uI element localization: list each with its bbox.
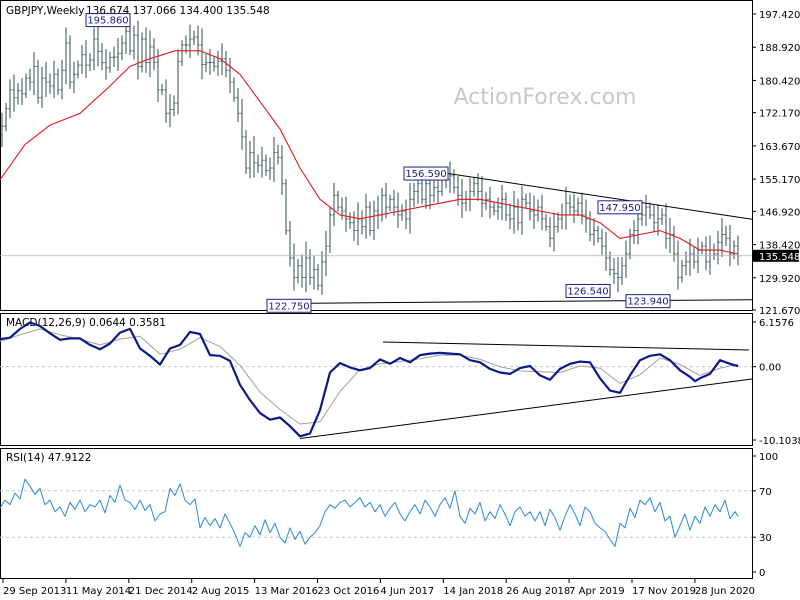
current-price-label: 135.548 <box>759 252 800 263</box>
price-callout-label: 156.590 <box>405 169 446 180</box>
price-tick-label: 172.170 <box>759 109 800 120</box>
x-tick-label: 2 Aug 2015 <box>192 586 250 597</box>
rsi-tick-label: 70 <box>759 487 772 498</box>
x-tick-label: 14 Jan 2018 <box>443 586 503 597</box>
x-tick-label: 23 Oct 2016 <box>318 586 380 597</box>
price-callout-label: 195.860 <box>87 16 128 27</box>
rsi-tick-label: 30 <box>759 533 772 544</box>
x-tick-label: 7 Apr 2019 <box>569 586 624 597</box>
price-callout-label: 123.940 <box>627 297 668 308</box>
rsi-tick-label: 100 <box>759 452 778 463</box>
price-tick-label: 121.670 <box>759 306 800 317</box>
rsi-tick-label: 0 <box>759 568 765 579</box>
symbol-label: GBPJPY,Weekly <box>6 5 85 17</box>
price-tick-label: 163.670 <box>759 142 800 153</box>
price-tick-label: 155.170 <box>759 175 800 186</box>
rsi-title: RSI(14) 47.9122 <box>6 452 91 464</box>
macd-tick-label: -10.1038 <box>759 436 800 447</box>
x-tick-label: 21 Dec 2014 <box>129 586 193 597</box>
x-tick-label: 17 Nov 2019 <box>632 586 696 597</box>
price-callout-label: 122.750 <box>268 301 309 312</box>
price-tick-label: 180.420 <box>759 76 800 87</box>
x-tick-label: 28 Jun 2020 <box>695 586 755 597</box>
x-tick-label: 29 Sep 2013 <box>3 586 66 597</box>
price-callout-label: 147.950 <box>599 203 640 214</box>
price-callout-label: 126.540 <box>567 286 608 297</box>
x-tick-label: 13 Mar 2016 <box>255 586 318 597</box>
gbpjpy-weekly-chart: ActionForex.com GBPJPY,Weekly 136.674 13… <box>0 0 800 600</box>
price-tick-label: 188.920 <box>759 43 800 54</box>
x-tick-label: 4 Jun 2017 <box>380 586 434 597</box>
price-tick-label: 146.920 <box>759 207 800 218</box>
price-tick-label: 197.420 <box>759 10 800 21</box>
macd-tick-label: 0.00 <box>759 363 781 374</box>
x-tick-label: 11 May 2014 <box>66 586 131 597</box>
price-tick-label: 129.920 <box>759 274 800 285</box>
watermark-text: ActionForex.com <box>454 85 637 110</box>
x-tick-label: 26 Aug 2018 <box>506 586 570 597</box>
macd-tick-label: 6.1576 <box>759 318 794 329</box>
